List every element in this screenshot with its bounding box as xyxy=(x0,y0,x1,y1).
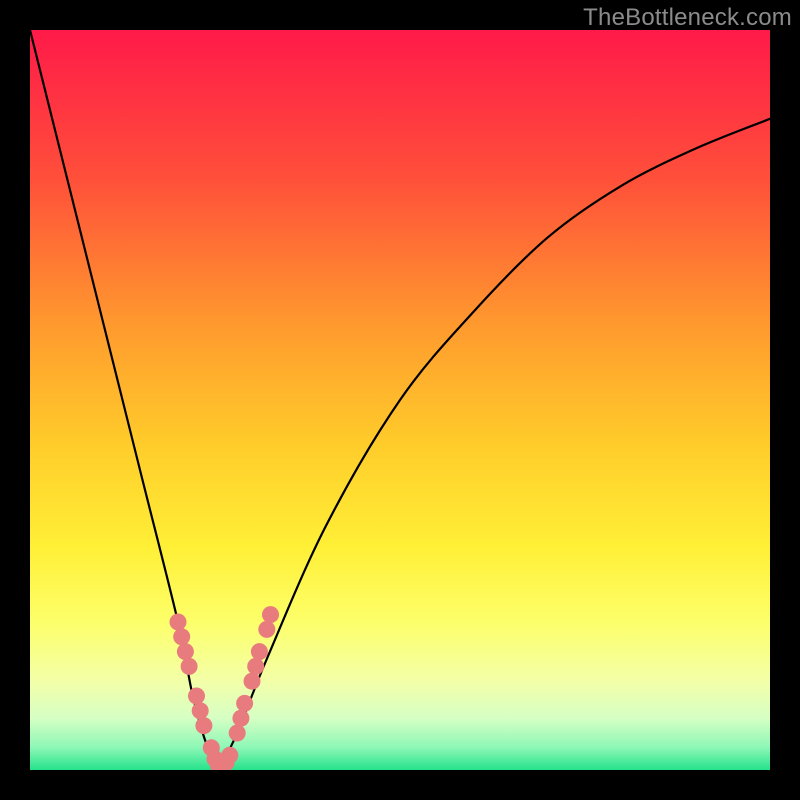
marker-dot xyxy=(262,606,279,623)
marker-dot xyxy=(247,658,264,675)
marker-dot xyxy=(177,643,194,660)
marker-dot xyxy=(181,658,198,675)
marker-dot xyxy=(221,747,238,764)
marker-dot xyxy=(236,695,253,712)
chart-frame: TheBottleneck.com xyxy=(0,0,800,800)
watermark-text: TheBottleneck.com xyxy=(583,4,792,32)
marker-dot xyxy=(258,621,275,638)
marker-dot xyxy=(229,725,246,742)
curves-layer xyxy=(30,30,770,770)
marker-dot xyxy=(195,717,212,734)
marker-dot xyxy=(188,688,205,705)
marker-dot xyxy=(251,643,268,660)
plot-area xyxy=(30,30,770,770)
marker-dot xyxy=(192,702,209,719)
marker-dot xyxy=(170,614,187,631)
marker-dot xyxy=(244,673,261,690)
marker-dot xyxy=(232,710,249,727)
marker-dot xyxy=(173,628,190,645)
threshold-markers xyxy=(170,606,280,770)
curve-right xyxy=(219,119,770,770)
